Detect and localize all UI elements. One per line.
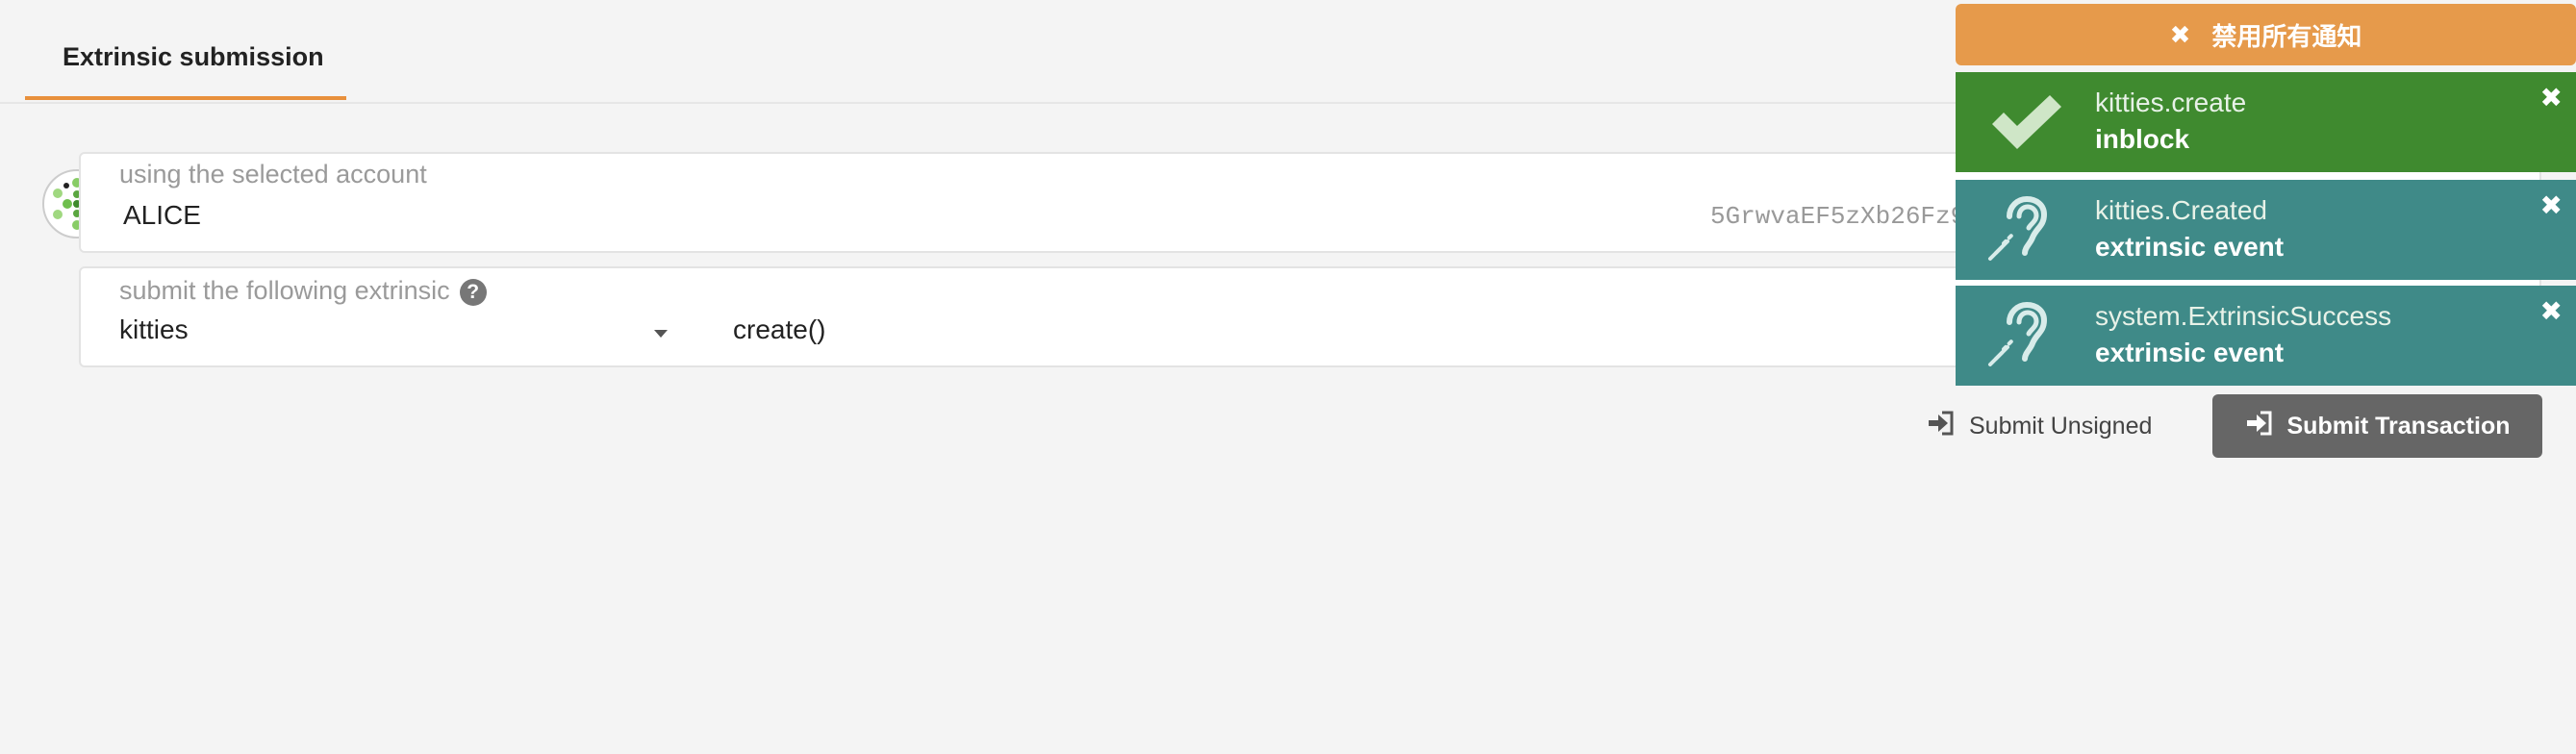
check-icon <box>1983 88 2071 157</box>
module-dropdown-icon[interactable] <box>654 330 668 338</box>
tab-label: Extrinsic submission <box>63 42 324 71</box>
submit-unsigned-label: Submit Unsigned <box>1969 412 2153 440</box>
sign-in-icon <box>2245 411 2272 442</box>
submit-transaction-button[interactable]: Submit Transaction <box>2212 394 2542 458</box>
close-icon[interactable]: ✖ <box>2540 82 2563 113</box>
notification-status: extrinsic event <box>2095 338 2285 367</box>
notification-item: kitties.Created extrinsic event ✖ <box>1956 180 2576 280</box>
extrinsic-label-text: submit the following extrinsic <box>119 276 450 305</box>
notification-title: kitties.create <box>2095 88 2247 117</box>
close-icon[interactable]: ✖ <box>2540 295 2563 327</box>
help-icon[interactable]: ? <box>459 278 487 306</box>
sign-in-icon <box>1927 411 1954 442</box>
account-label: using the selected account <box>119 160 427 188</box>
account-name: ALICE <box>123 200 201 230</box>
notification-item: kitties.create inblock ✖ <box>1956 72 2576 172</box>
notification-title: system.ExtrinsicSuccess <box>2095 301 2392 331</box>
submit-unsigned-button[interactable]: Submit Unsigned <box>1927 394 2152 458</box>
extrinsic-label: submit the following extrinsic? <box>119 276 487 306</box>
tab-extrinsic-submission[interactable]: Extrinsic submission <box>25 0 346 100</box>
disable-all-label: 禁用所有通知 <box>2211 21 2362 51</box>
method-select[interactable]: create() <box>733 314 825 345</box>
submit-transaction-label: Submit Transaction <box>2286 412 2511 440</box>
disable-all-notifications-button[interactable]: ✖ 禁用所有通知 <box>1956 4 2576 65</box>
notification-status: extrinsic event <box>2095 232 2285 262</box>
notification-status: inblock <box>2095 124 2190 154</box>
notification-item: system.ExtrinsicSuccess extrinsic event … <box>1956 286 2576 386</box>
close-icon[interactable]: ✖ <box>2540 189 2563 221</box>
module-select[interactable]: kitties <box>119 314 189 345</box>
hearing-icon <box>1983 195 2071 264</box>
notification-title: kitties.Created <box>2095 195 2267 225</box>
hearing-icon <box>1983 301 2071 370</box>
close-icon: ✖ <box>2169 19 2191 49</box>
